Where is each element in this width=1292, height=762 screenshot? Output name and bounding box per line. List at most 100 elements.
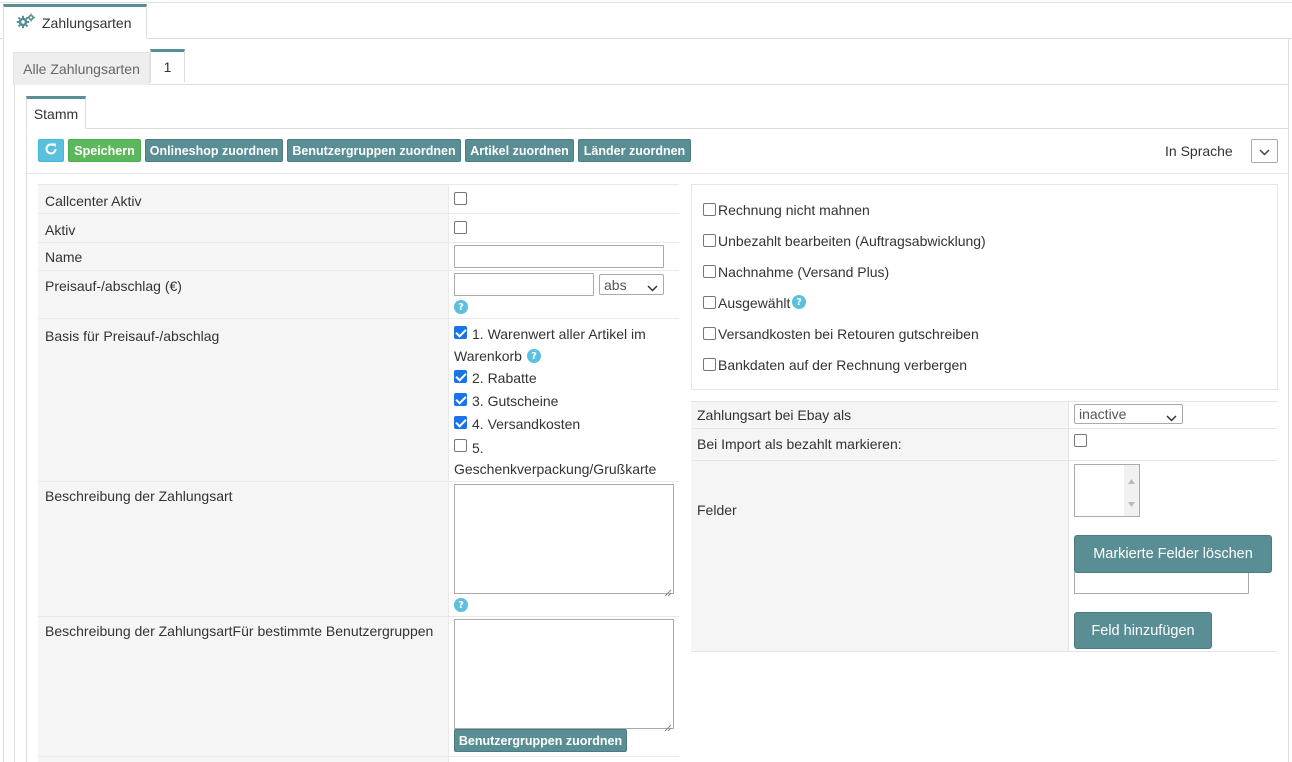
gears-icon (16, 13, 36, 32)
tab-record-1-label: 1 (163, 59, 172, 75)
option-5-label: Versandkosten bei Retouren gutschreiben (718, 326, 979, 342)
option-2-label: Unbezahlt bearbeiten (Auftragsabwicklung… (718, 233, 986, 249)
chevron-down-icon (1166, 409, 1177, 425)
price-label: Preisauf-/abschlag (€) (38, 271, 448, 318)
sub-tab-bar (13, 84, 1289, 85)
next-row-label (38, 757, 448, 762)
row-import-paid: Bei Import als bezahlt markieren: (691, 428, 1278, 460)
basis-item-2-checkbox[interactable] (454, 370, 467, 383)
delete-fields-button[interactable]: Markierte Felder löschen (1074, 535, 1272, 573)
callcenter-checkbox[interactable] (454, 192, 467, 205)
option-6-checkbox[interactable] (703, 358, 716, 371)
refresh-button[interactable] (38, 139, 64, 162)
language-select[interactable] (1251, 139, 1278, 163)
countries-assign-button[interactable]: Länder zuordnen (578, 139, 691, 162)
onlineshop-assign-button[interactable]: Onlineshop zuordnen (145, 139, 283, 162)
basis-item-5-label: 5. (472, 440, 484, 456)
outer-border-right (1288, 39, 1289, 762)
price-input[interactable] (454, 273, 594, 296)
option-1-label: Rechnung nicht mahnen (718, 202, 870, 218)
basis-item-5-label-cont: Geschenkverpackung/Grußkarte (454, 461, 657, 477)
basis-item-3-label: 3. Gutscheine (472, 393, 559, 409)
callcenter-value (448, 185, 679, 213)
tab-stamm[interactable]: Stamm (26, 96, 86, 129)
row-next (38, 756, 679, 762)
basis-item-4-label: 4. Versandkosten (472, 416, 581, 432)
option-5-checkbox[interactable] (703, 327, 716, 340)
basis-label: Basis für Preisauf-/abschlag (38, 319, 448, 481)
description-label: Beschreibung der Zahlungsart (38, 482, 448, 616)
basis-item-5-checkbox[interactable] (454, 439, 467, 452)
price-help-icon[interactable]: ? (454, 300, 468, 314)
basis-item-1-label-cont: Warenkorb (454, 348, 522, 364)
name-input[interactable] (454, 245, 664, 268)
aktiv-label: Aktiv (38, 214, 448, 242)
countries-assign-label: Länder zuordnen (583, 143, 686, 158)
tab-record-1[interactable]: 1 (150, 49, 185, 83)
language-label: In Sprache (1165, 143, 1233, 159)
basis-item-1-label: 1. Warenwert aller Artikel im (472, 326, 646, 342)
assign-usergroups-label: Benutzergruppen zuordnen (458, 733, 623, 748)
basis-item-3-checkbox[interactable] (454, 393, 467, 406)
articles-assign-label: Artikel zuordnen (470, 143, 569, 158)
resize-grip-icon (664, 584, 672, 597)
option-3-label: Nachnahme (Versand Plus) (718, 264, 890, 280)
fields-listbox[interactable] (1074, 464, 1140, 517)
tab-stamm-label: Stamm (33, 105, 79, 122)
import-paid-value-cell (1068, 429, 1278, 460)
listbox-scrollbar[interactable] (1124, 465, 1139, 516)
description-groups-textarea[interactable] (454, 619, 674, 732)
inner-border-left (14, 85, 15, 762)
price-mode-value: abs (604, 276, 627, 293)
usergroups-assign-button[interactable]: Benutzergruppen zuordnen (287, 139, 461, 162)
import-paid-label: Bei Import als bezahlt markieren: (691, 429, 1068, 460)
save-button[interactable]: Speichern (68, 139, 141, 162)
option-6-label: Bankdaten auf der Rechnung verbergen (718, 357, 968, 373)
option-4-checkbox[interactable] (703, 296, 716, 309)
tab-alle-zahlungsarten-label: Alle Zahlungsarten (23, 61, 140, 77)
tab-zahlungsarten-label: Zahlungsarten (42, 14, 132, 31)
row-ebay: Zahlungsart bei Ebay als (691, 401, 1278, 428)
tab-alle-zahlungsarten[interactable]: Alle Zahlungsarten (13, 52, 150, 85)
chevron-down-icon (1259, 143, 1270, 159)
main-tab-bar (0, 38, 1292, 39)
onlineshop-assign-label: Onlineshop zuordnen (149, 143, 279, 158)
option-2-checkbox[interactable] (703, 234, 716, 247)
aktiv-value (448, 214, 679, 242)
basis-item-4-checkbox[interactable] (454, 416, 467, 429)
scroll-down-icon (1128, 494, 1135, 510)
ebay-select-value: inactive (1079, 406, 1127, 422)
chevron-down-icon (647, 279, 658, 295)
option-4-help-icon[interactable]: ? (792, 295, 806, 309)
usergroups-assign-label: Benutzergruppen zuordnen (292, 143, 456, 158)
row-aktiv: Aktiv (38, 213, 679, 242)
ebay-label: Zahlungsart bei Ebay als (691, 402, 1068, 428)
add-field-button[interactable]: Feld hinzufügen (1074, 612, 1212, 649)
fields-label: Felder (691, 461, 1068, 651)
basis-item-1-checkbox[interactable] (454, 326, 467, 339)
basis-item-2-label: 2. Rabatte (472, 370, 537, 386)
assign-usergroups-button[interactable]: Benutzergruppen zuordnen (454, 729, 627, 752)
panel-border-left (26, 129, 27, 762)
description-groups-label: Beschreibung der ZahlungsartFür bestimmt… (38, 617, 448, 756)
option-1-checkbox[interactable] (703, 203, 716, 216)
save-button-label: Speichern (74, 143, 135, 158)
articles-assign-button[interactable]: Artikel zuordnen (465, 139, 574, 162)
outer-border-left (3, 39, 4, 762)
ebay-select[interactable]: inactive (1074, 404, 1183, 424)
basis-help-icon[interactable]: ? (527, 349, 541, 363)
scroll-up-icon (1128, 471, 1135, 487)
description-help-icon[interactable]: ? (454, 598, 468, 612)
price-mode-select[interactable]: abs (599, 274, 664, 295)
new-field-input[interactable] (1074, 571, 1249, 594)
top-border (0, 2, 1292, 3)
next-row-value (448, 757, 679, 762)
tab-zahlungsarten[interactable]: Zahlungsarten (3, 4, 147, 39)
name-label: Name (38, 243, 448, 270)
option-4-label: Ausgewählt (718, 295, 791, 311)
aktiv-checkbox[interactable] (454, 221, 467, 234)
option-3-checkbox[interactable] (703, 265, 716, 278)
description-textarea[interactable] (454, 484, 674, 597)
refresh-icon (44, 142, 58, 159)
import-paid-checkbox[interactable] (1074, 434, 1087, 447)
